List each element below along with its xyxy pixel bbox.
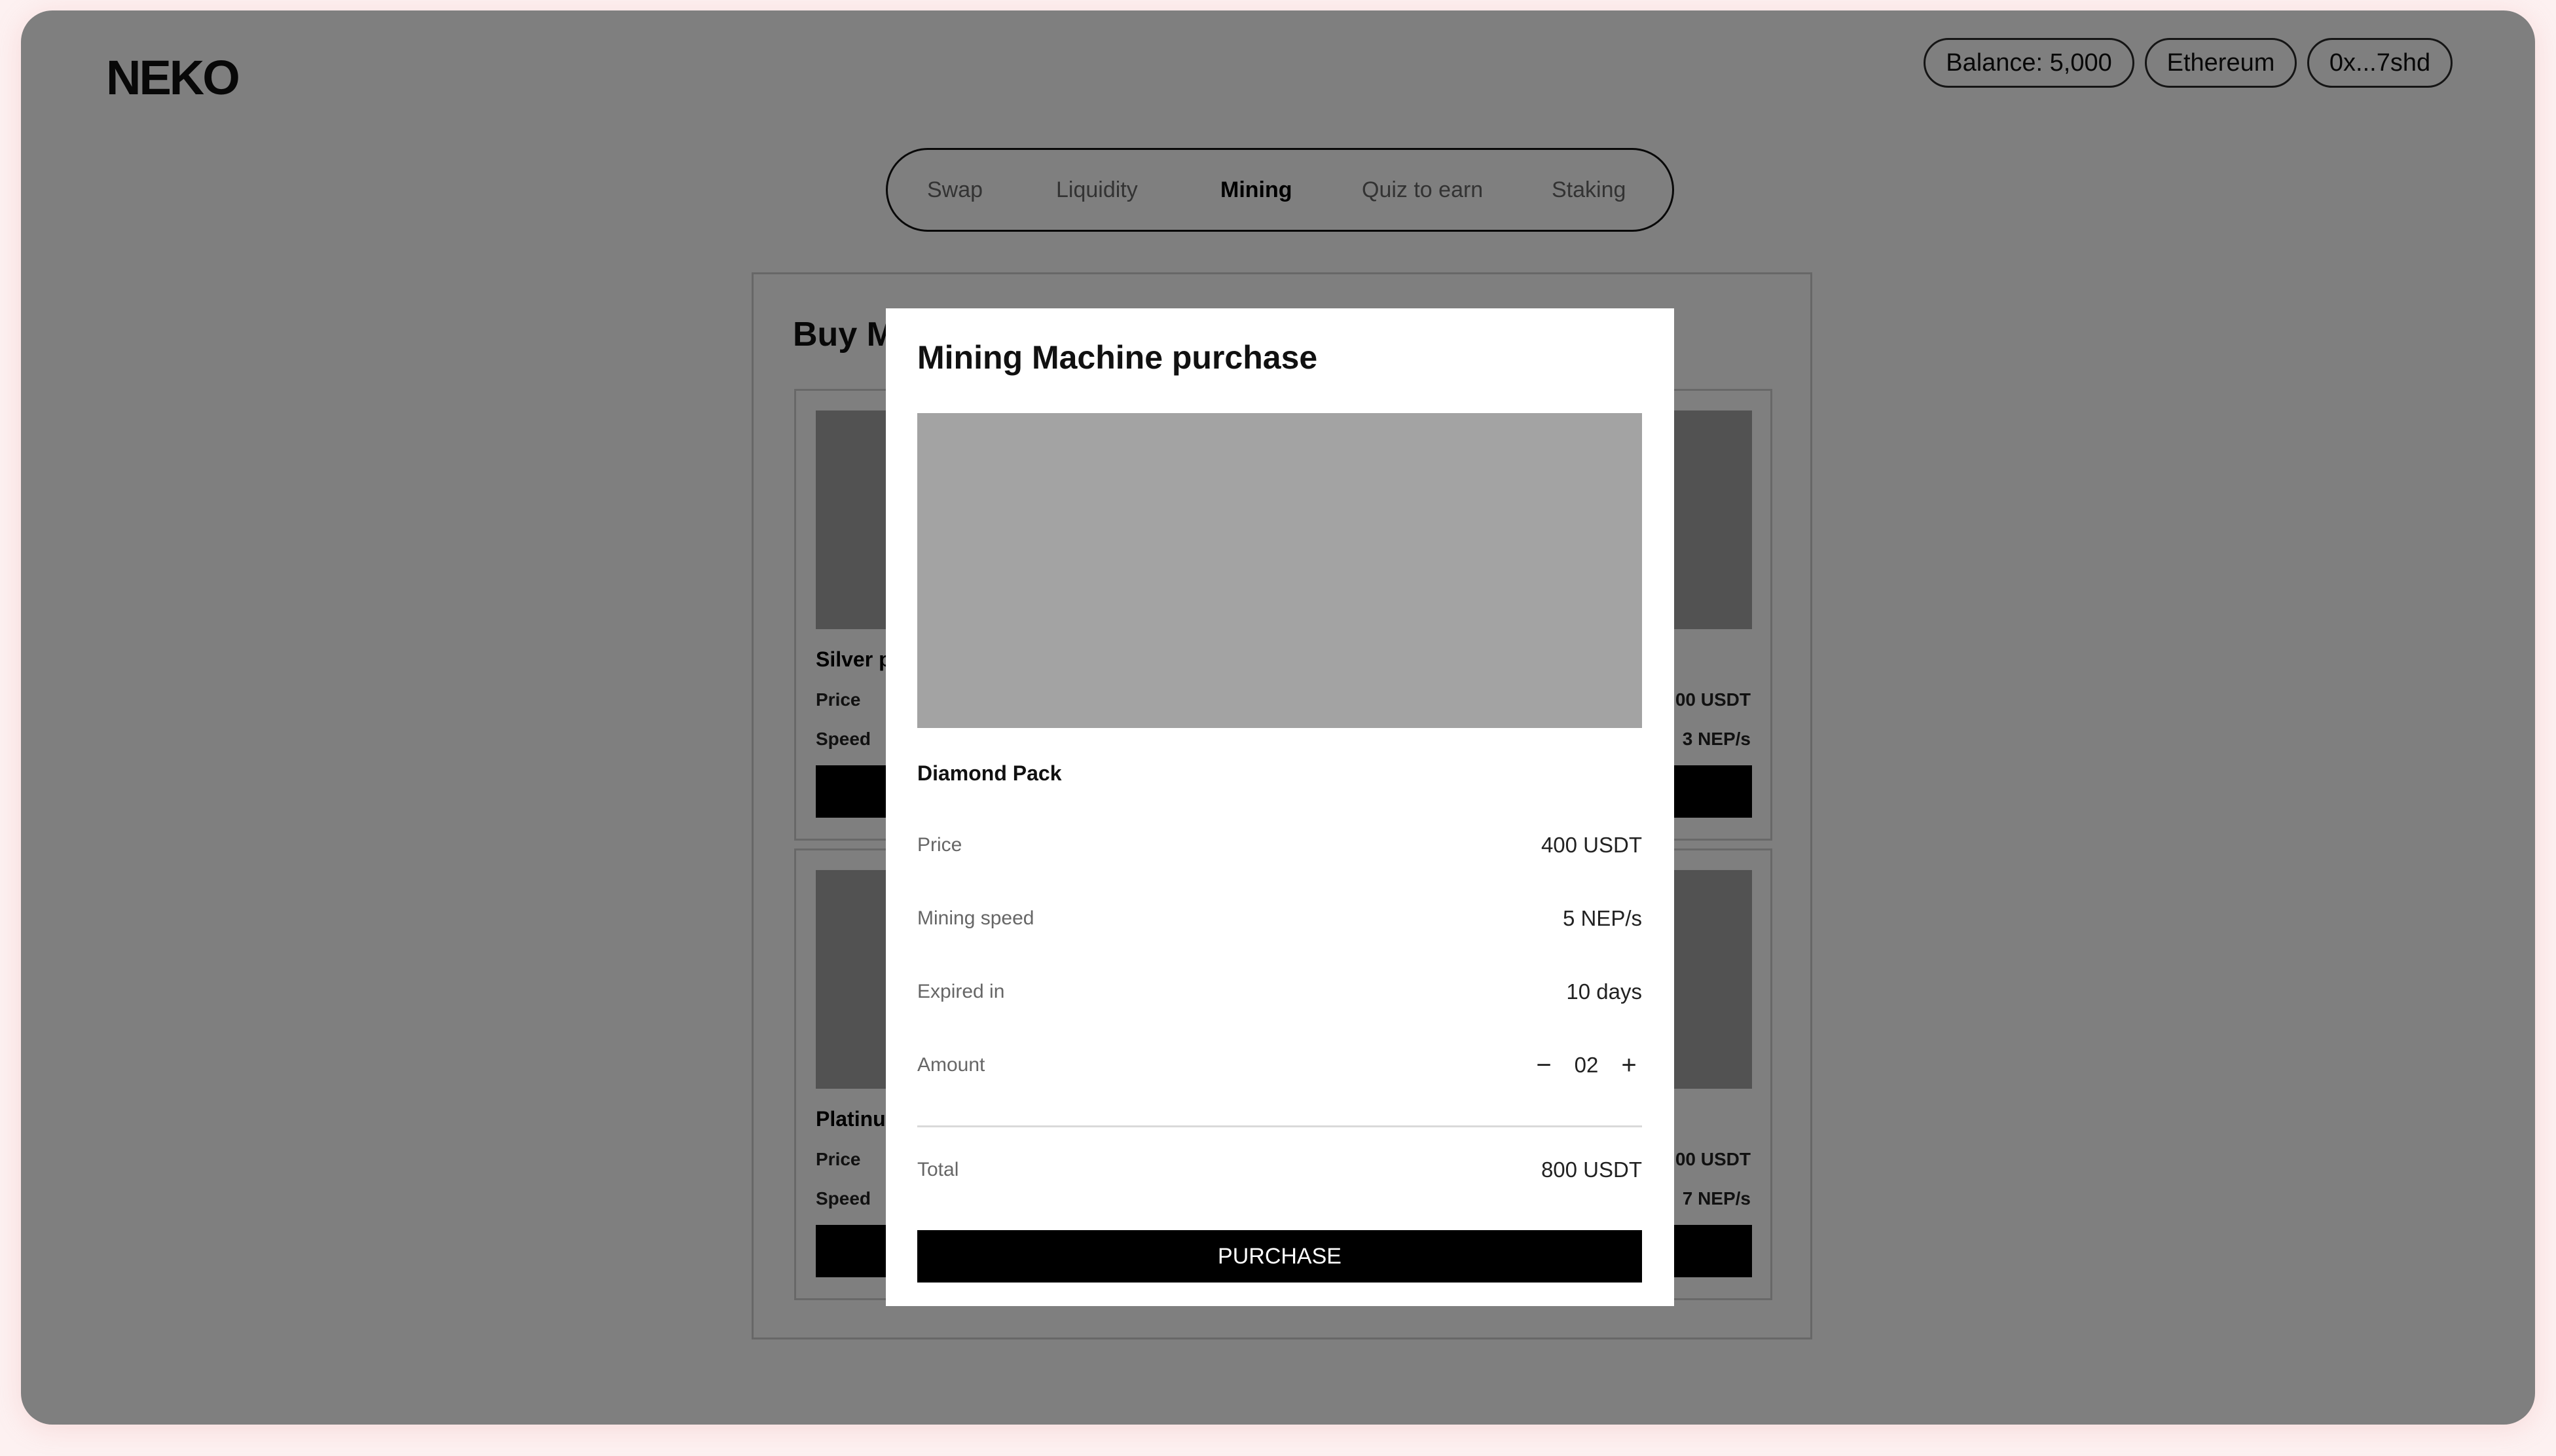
total-row: Total 800 USDT <box>917 1154 1642 1186</box>
decrement-button[interactable]: − <box>1531 1049 1557 1082</box>
price-value: 400 USDT <box>1541 833 1642 857</box>
app-window: NEKO Balance: 5,000 Ethereum 0x...7shd S… <box>21 10 2535 1425</box>
modal-title: Mining Machine purchase <box>917 339 1318 376</box>
pack-image <box>917 413 1642 728</box>
divider <box>917 1125 1642 1127</box>
expiry-row: Expired in 10 days <box>917 975 1642 1008</box>
purchase-button[interactable]: PURCHASE <box>917 1230 1642 1283</box>
increment-button[interactable]: + <box>1616 1049 1642 1082</box>
mining-speed-label: Mining speed <box>917 907 1034 929</box>
quantity-stepper: −02 + <box>1531 1049 1642 1082</box>
price-row: Price 400 USDT <box>917 829 1642 862</box>
total-value: 800 USDT <box>1541 1157 1642 1182</box>
pack-name: Diamond Pack <box>917 761 1062 785</box>
amount-label: Amount <box>917 1054 985 1076</box>
purchase-modal: Mining Machine purchase Diamond Pack Pri… <box>886 308 1674 1306</box>
amount-row: Amount −02 + <box>917 1049 1642 1082</box>
expiry-value: 10 days <box>1566 979 1642 1004</box>
mining-speed-value: 5 NEP/s <box>1562 906 1642 930</box>
mining-speed-row: Mining speed 5 NEP/s <box>917 902 1642 935</box>
expiry-label: Expired in <box>917 981 1005 1002</box>
price-label: Price <box>917 834 962 856</box>
quantity-value[interactable]: 02 <box>1557 1049 1616 1082</box>
total-label: Total <box>917 1159 959 1180</box>
